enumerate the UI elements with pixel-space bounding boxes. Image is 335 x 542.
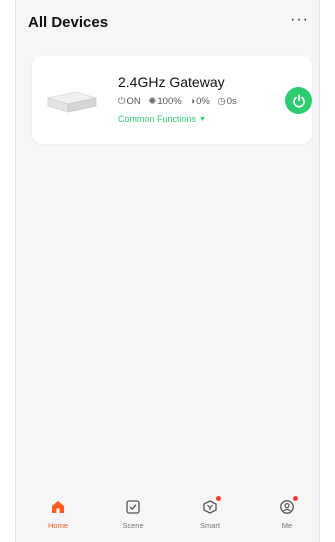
brightness-stat: ✺100% <box>148 96 184 107</box>
more-options-button[interactable]: ··· <box>290 12 309 28</box>
header: All Devices ··· <box>16 0 319 48</box>
power-state-value: ON <box>126 96 141 107</box>
device-stats: ⏻ON ✺100% ◑0% ◷0s <box>118 96 242 107</box>
bottom-tab-bar: Home Scene Smart Me <box>16 490 319 542</box>
contrast-icon: ◑ <box>189 96 196 107</box>
device-card[interactable]: 2.4GHz Gateway ⏻ON ✺100% ◑0% ◷0s Common … <box>32 56 312 144</box>
app-screen: All Devices ··· 2.4GHz Gateway ⏻ON ✺100%… <box>15 0 320 542</box>
tab-scene[interactable]: Scene <box>103 496 163 530</box>
caret-down-icon: ▼ <box>199 116 206 123</box>
scene-icon <box>126 500 140 514</box>
power-state-stat: ⏻ON <box>118 96 143 107</box>
power-icon <box>292 93 305 108</box>
tab-home[interactable]: Home <box>28 496 88 530</box>
power-toggle-button[interactable] <box>285 87 312 114</box>
tab-smart[interactable]: Smart <box>180 496 240 530</box>
timer-stat: ◷0s <box>217 96 236 107</box>
tab-scene-label: Scene <box>122 521 144 530</box>
common-functions-label: Common Functions <box>118 114 197 124</box>
me-badge <box>293 496 298 501</box>
tab-home-label: Home <box>47 521 68 530</box>
gateway-device-image <box>47 91 97 113</box>
timer-icon: ◷ <box>217 96 226 107</box>
common-functions-dropdown[interactable]: Common Functions ▼ <box>118 114 206 124</box>
tab-me-label: Me <box>281 521 293 530</box>
page-title: All Devices <box>28 14 109 31</box>
power-state-icon: ⏻ <box>118 96 126 107</box>
timer-value: 0s <box>226 96 237 107</box>
brightness-icon: ✺ <box>148 96 157 107</box>
home-icon <box>52 501 64 513</box>
device-name: 2.4GHz Gateway <box>118 74 225 90</box>
contrast-stat: ◑0% <box>189 96 212 107</box>
tab-smart-label: Smart <box>199 521 220 530</box>
tab-me[interactable]: Me <box>257 496 317 530</box>
brightness-value: 100% <box>157 96 182 107</box>
me-icon <box>280 500 294 514</box>
smart-icon <box>203 500 217 514</box>
smart-badge <box>216 496 221 501</box>
contrast-value: 0% <box>196 96 210 107</box>
